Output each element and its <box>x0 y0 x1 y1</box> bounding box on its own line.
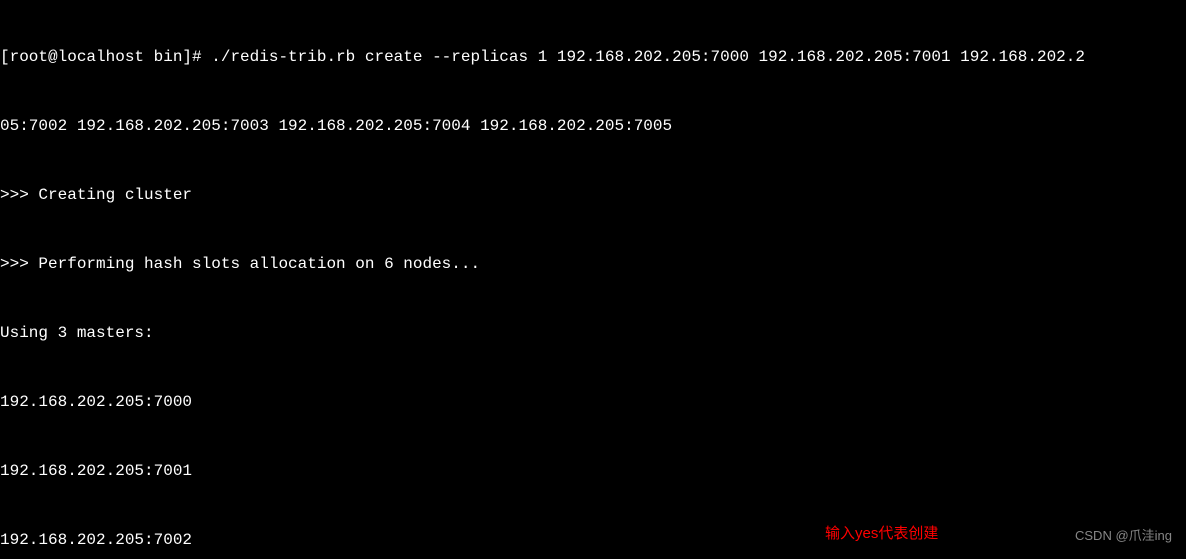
output-line: Using 3 masters: <box>0 322 1186 345</box>
output-line: >>> Creating cluster <box>0 184 1186 207</box>
output-line: 192.168.202.205:7002 <box>0 529 1186 552</box>
output-line: >>> Performing hash slots allocation on … <box>0 253 1186 276</box>
output-line: 192.168.202.205:7000 <box>0 391 1186 414</box>
command-text: ./redis-trib.rb create --replicas 1 192.… <box>211 48 1085 66</box>
command-line-1: [root@localhost bin]# ./redis-trib.rb cr… <box>0 46 1186 69</box>
output-line: 192.168.202.205:7001 <box>0 460 1186 483</box>
shell-prompt: [root@localhost bin]# <box>0 48 211 66</box>
watermark-label: CSDN @爪洼ing <box>1075 524 1172 547</box>
command-line-2: 05:7002 192.168.202.205:7003 192.168.202… <box>0 115 1186 138</box>
terminal-window[interactable]: [root@localhost bin]# ./redis-trib.rb cr… <box>0 0 1186 559</box>
annotation-label: 输入yes代表创建 <box>825 522 938 545</box>
